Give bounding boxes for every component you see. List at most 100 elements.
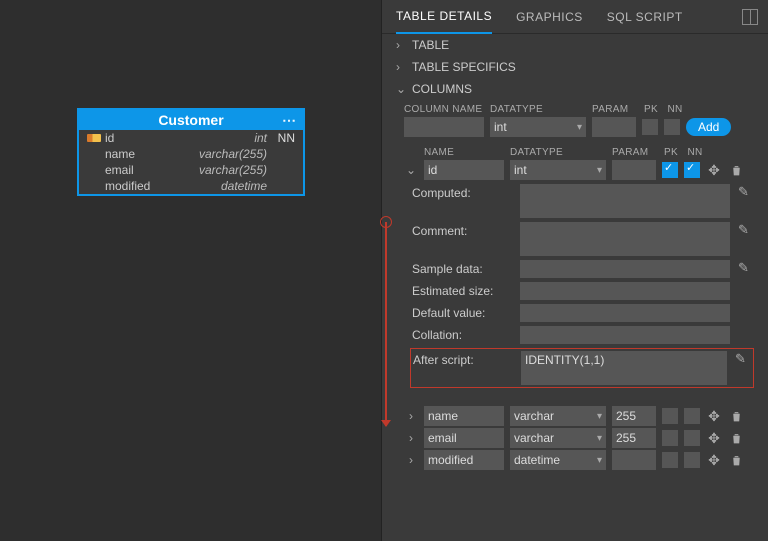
section-table-specifics[interactable]: TABLE SPECIFICS bbox=[382, 56, 768, 78]
new-column-pk-checkbox[interactable] bbox=[642, 119, 658, 135]
column-name-input[interactable] bbox=[424, 160, 504, 180]
section-table[interactable]: TABLE bbox=[382, 34, 768, 56]
column-param-input[interactable] bbox=[612, 406, 656, 426]
column-name-input[interactable] bbox=[424, 450, 504, 470]
collation-label: Collation: bbox=[412, 326, 512, 342]
column-pk-checkbox[interactable] bbox=[662, 452, 678, 468]
entity-menu-icon[interactable]: ⋯ bbox=[282, 112, 297, 129]
caret-down-icon: ▾ bbox=[597, 455, 602, 466]
column-nn-checkbox[interactable] bbox=[684, 452, 700, 468]
sample-data-input[interactable] bbox=[520, 260, 730, 278]
estimated-size-label: Estimated size: bbox=[412, 282, 512, 298]
entity-col-type: int bbox=[177, 131, 267, 145]
model-canvas[interactable]: Customer ⋯ id int NN name varchar(255) e… bbox=[0, 0, 381, 541]
entity-row[interactable]: id int NN bbox=[79, 130, 303, 146]
computed-input[interactable] bbox=[520, 184, 730, 218]
column-datatype-select[interactable]: varchar▾ bbox=[510, 428, 606, 448]
chevron-right-icon bbox=[396, 38, 408, 52]
header-param: PARAM bbox=[612, 147, 656, 158]
tab-graphics[interactable]: GRAPHICS bbox=[516, 1, 583, 33]
entity-col-name: email bbox=[105, 163, 177, 177]
column-datatype-select[interactable]: varchar▾ bbox=[510, 406, 606, 426]
tab-sql-script[interactable]: SQL SCRIPT bbox=[607, 1, 683, 33]
chevron-right-icon bbox=[396, 60, 408, 74]
column-param-input[interactable] bbox=[612, 450, 656, 470]
entity-customer[interactable]: Customer ⋯ id int NN name varchar(255) e… bbox=[77, 108, 305, 196]
tab-table-details[interactable]: TABLE DETAILS bbox=[396, 0, 492, 34]
entity-col-type: datetime bbox=[177, 179, 267, 193]
caret-down-icon: ▾ bbox=[597, 411, 602, 422]
entity-row[interactable]: name varchar(255) bbox=[79, 146, 303, 162]
entity-col-type: varchar(255) bbox=[177, 163, 267, 177]
caret-down-icon: ▾ bbox=[597, 165, 602, 176]
delete-icon[interactable] bbox=[728, 452, 744, 468]
delete-icon[interactable] bbox=[728, 162, 744, 178]
entity-col-name: id bbox=[105, 131, 177, 145]
column-expand-toggle[interactable]: ⌄ bbox=[404, 163, 418, 177]
column-datatype-select[interactable]: datetime▾ bbox=[510, 450, 606, 470]
column-pk-checkbox[interactable] bbox=[662, 408, 678, 424]
edit-icon[interactable]: ✎ bbox=[738, 222, 754, 238]
column-pk-checkbox[interactable] bbox=[662, 430, 678, 446]
column-expand-toggle[interactable]: › bbox=[404, 431, 418, 445]
panel-tabs: TABLE DETAILS GRAPHICS SQL SCRIPT bbox=[382, 0, 768, 34]
edit-icon[interactable]: ✎ bbox=[735, 351, 751, 367]
column-name-input[interactable] bbox=[424, 406, 504, 426]
column-nn-checkbox[interactable] bbox=[684, 408, 700, 424]
comment-label: Comment: bbox=[412, 222, 512, 238]
column-nn-checkbox[interactable] bbox=[684, 162, 700, 178]
edit-icon[interactable]: ✎ bbox=[738, 184, 754, 200]
move-icon[interactable]: ✥ bbox=[706, 452, 722, 468]
add-column-button[interactable]: Add bbox=[686, 118, 731, 136]
header-nn: NN bbox=[686, 147, 704, 158]
panel-layout-icon[interactable] bbox=[742, 9, 758, 25]
entity-col-name: name bbox=[105, 147, 177, 161]
collation-input[interactable] bbox=[520, 326, 730, 344]
sample-data-label: Sample data: bbox=[412, 260, 512, 276]
column-expand-toggle[interactable]: › bbox=[404, 453, 418, 467]
header-name: NAME bbox=[424, 147, 504, 158]
annotation-arrow bbox=[385, 222, 387, 426]
side-panel: TABLE DETAILS GRAPHICS SQL SCRIPT TABLE … bbox=[381, 0, 768, 541]
entity-col-nn: NN bbox=[267, 131, 295, 145]
column-datatype-select[interactable]: int▾ bbox=[510, 160, 606, 180]
column-pk-checkbox[interactable] bbox=[662, 162, 678, 178]
header-column-name: COLUMN NAME bbox=[404, 104, 484, 115]
column-param-input[interactable] bbox=[612, 160, 656, 180]
chevron-down-icon bbox=[396, 82, 408, 96]
move-icon[interactable]: ✥ bbox=[706, 162, 722, 178]
move-icon[interactable]: ✥ bbox=[706, 430, 722, 446]
entity-title[interactable]: Customer ⋯ bbox=[79, 110, 303, 130]
new-column-nn-checkbox[interactable] bbox=[664, 119, 680, 135]
header-pk: PK bbox=[642, 104, 660, 115]
entity-row[interactable]: modified datetime bbox=[79, 178, 303, 194]
column-param-input[interactable] bbox=[612, 428, 656, 448]
delete-icon[interactable] bbox=[728, 408, 744, 424]
move-icon[interactable]: ✥ bbox=[706, 408, 722, 424]
new-column-datatype-select[interactable]: int▾ bbox=[490, 117, 586, 137]
comment-input[interactable] bbox=[520, 222, 730, 256]
estimated-size-input[interactable] bbox=[520, 282, 730, 300]
new-column-name-input[interactable] bbox=[404, 117, 484, 137]
entity-col-type: varchar(255) bbox=[177, 147, 267, 161]
after-script-input[interactable] bbox=[521, 351, 727, 385]
header-pk: PK bbox=[662, 147, 680, 158]
default-value-input[interactable] bbox=[520, 304, 730, 322]
entity-row[interactable]: email varchar(255) bbox=[79, 162, 303, 178]
default-value-label: Default value: bbox=[412, 304, 512, 320]
header-datatype: DATATYPE bbox=[510, 147, 606, 158]
edit-icon[interactable]: ✎ bbox=[738, 260, 754, 276]
column-name-input[interactable] bbox=[424, 428, 504, 448]
new-column-param-input[interactable] bbox=[592, 117, 636, 137]
entity-col-name: modified bbox=[105, 179, 177, 193]
after-script-highlight: After script: ✎ bbox=[410, 348, 754, 388]
section-columns[interactable]: COLUMNS bbox=[382, 78, 768, 100]
header-nn: NN bbox=[666, 104, 684, 115]
column-nn-checkbox[interactable] bbox=[684, 430, 700, 446]
after-script-label: After script: bbox=[413, 351, 513, 367]
pk-key-icon bbox=[87, 134, 101, 142]
column-expand-toggle[interactable]: › bbox=[404, 409, 418, 423]
computed-label: Computed: bbox=[412, 184, 512, 200]
delete-icon[interactable] bbox=[728, 430, 744, 446]
caret-down-icon: ▾ bbox=[577, 122, 582, 133]
